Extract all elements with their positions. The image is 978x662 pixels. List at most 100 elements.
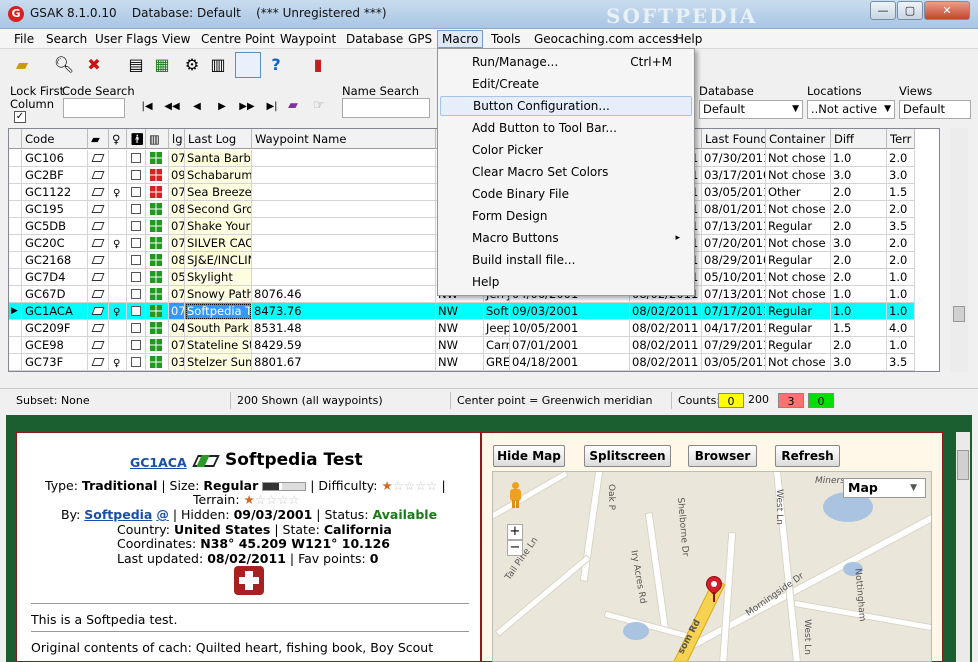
code-search-input[interactable] (63, 98, 125, 118)
macro-menu-item-code-binary-file[interactable]: Code Binary File (440, 184, 692, 204)
lock-first-checkbox[interactable]: ✓ (14, 111, 26, 123)
column-header-flag[interactable]: 🚹︎ (127, 129, 146, 149)
menu-database[interactable]: Database (342, 30, 407, 48)
column-header-code[interactable]: Code (22, 129, 88, 149)
macro-menu-item-macro-buttons[interactable]: Macro Buttons ▸ (440, 228, 692, 248)
owner-mail-link[interactable]: @ (156, 507, 169, 522)
macro-menu-item-run-manage[interactable]: Run/Manage... Ctrl+M (440, 52, 692, 72)
filter-icon[interactable]: ▥ (206, 53, 230, 77)
pointer-hand-icon[interactable]: ☞ (313, 98, 325, 113)
menu-gps[interactable]: GPS (404, 30, 436, 48)
user-flag-checkbox[interactable] (131, 255, 141, 265)
open-folder-icon[interactable]: ▰ (10, 53, 34, 77)
hide-map-button[interactable]: Hide Map (493, 445, 565, 467)
column-header-diff[interactable]: Diff (831, 129, 887, 149)
menu-geocaching-access[interactable]: Geocaching.com access (530, 30, 682, 48)
nav-next-button[interactable]: ▶ (211, 99, 233, 115)
views-select[interactable]: Default (899, 100, 971, 119)
locations-select[interactable]: ..Not active ▼ (807, 100, 895, 119)
macro-menu-item-color-picker[interactable]: Color Picker (440, 140, 692, 160)
help-icon[interactable]: ? (264, 53, 288, 77)
menu-tools[interactable]: Tools (487, 30, 525, 48)
first-aid-icon[interactable] (234, 566, 264, 595)
owner-link[interactable]: Softpedia (84, 507, 152, 522)
user-flag-checkbox[interactable] (131, 289, 141, 299)
column-header-last-log[interactable]: lg (169, 129, 185, 149)
user-flag-checkbox[interactable] (131, 170, 141, 180)
eraser-icon[interactable]: ▰ (288, 98, 298, 113)
menu-search[interactable]: Search (42, 30, 91, 48)
column-header-last-found[interactable]: Last Found (702, 129, 766, 149)
macro-menu-item-button-configuration[interactable]: Button Configuration... (440, 96, 692, 116)
minimize-button[interactable]: — (870, 1, 896, 20)
map-view[interactable]: Oak P Tail Pine Ln Iry Acres Rd Shelborn… (492, 471, 932, 662)
macro-menu-item-build-install-file[interactable]: Build install file... (440, 250, 692, 270)
menu-user-flags[interactable]: User Flags (91, 30, 162, 48)
print-icon[interactable]: ▤ (124, 53, 148, 77)
cache-code-link[interactable]: GC1ACA (130, 455, 187, 470)
cache-description-pane[interactable]: GC1ACA Softpedia Test Type: Traditional … (16, 432, 481, 662)
zoom-in-button[interactable]: + (507, 524, 523, 540)
menu-file[interactable]: File (10, 30, 38, 48)
column-header-waypoint-name[interactable]: Last Log (185, 129, 252, 149)
column-header-row-pointer[interactable] (9, 129, 22, 149)
refresh-button[interactable]: Refresh (775, 445, 840, 467)
column-header-distance[interactable]: Waypoint Name (252, 129, 436, 149)
gsak-app-icon[interactable]: G (8, 6, 24, 22)
delete-icon[interactable]: ✖ (82, 53, 106, 77)
user-flag-checkbox[interactable] (131, 153, 141, 163)
grid-colors-icon[interactable]: ▦ (150, 53, 174, 77)
detail-scrollbar[interactable] (956, 432, 970, 662)
splitscreen-button[interactable]: Splitscreen (584, 445, 671, 467)
maximize-button[interactable]: ▢ (897, 1, 923, 20)
street-view-pegman-icon[interactable] (508, 482, 522, 508)
user-flag-checkbox[interactable] (131, 204, 141, 214)
name-search-input[interactable] (342, 98, 430, 118)
user-flag-checkbox[interactable] (131, 187, 141, 197)
user-flag-checkbox[interactable] (131, 238, 141, 248)
menu-help[interactable]: Help (671, 30, 706, 48)
column-header-terr[interactable]: Terr (887, 129, 915, 149)
nav-prev-button[interactable]: ◀ (186, 99, 208, 115)
settings-icon[interactable]: ⚙ (180, 53, 204, 77)
zoom-out-button[interactable]: − (507, 540, 523, 556)
map-type-select[interactable]: Map ▼ (843, 478, 926, 498)
column-header-lg[interactable]: ▥ (146, 129, 169, 149)
user-flag-checkbox[interactable] (131, 306, 141, 316)
scroll-thumb[interactable] (957, 450, 969, 480)
column-header-found-by[interactable]: ♀ (109, 129, 127, 149)
cache-location-marker-icon[interactable] (702, 572, 726, 602)
table-row[interactable]: GC209F04/17/2011South Park Cyn/Lake Over… (9, 320, 939, 337)
table-row[interactable]: GCE9807/29/2011Stateline Stash8429.59NWC… (9, 337, 939, 354)
browser-button[interactable]: Browser (688, 445, 757, 467)
macro-menu-item-form-design[interactable]: Form Design (440, 206, 692, 226)
macro-menu-item-clear-macro-set-colors[interactable]: Clear Macro Set Colors (440, 162, 692, 182)
split-view-icon[interactable] (235, 52, 261, 78)
macro-menu-item-edit-create[interactable]: Edit/Create (440, 74, 692, 94)
user-flag-checkbox[interactable] (131, 323, 141, 333)
table-row[interactable]: ▶GC1ACA♀07/17/2011Softpedia Test8473.76N… (9, 303, 939, 320)
user-flag-checkbox[interactable] (131, 221, 141, 231)
menu-centre-point[interactable]: Centre Point (197, 30, 279, 48)
exit-door-icon[interactable]: ▮ (306, 53, 330, 77)
scroll-thumb[interactable] (953, 306, 965, 322)
user-flag-checkbox[interactable] (131, 357, 141, 367)
column-header-container[interactable]: Container (766, 129, 831, 149)
grid-scrollbar[interactable] (950, 128, 968, 372)
table-row[interactable]: GC73F♀03/05/2011Stelzer Summit8801.67NWG… (9, 354, 939, 371)
search-page-icon[interactable]: 🔍︎ (52, 53, 76, 77)
macro-menu-item-help[interactable]: Help (440, 272, 692, 292)
menu-macro[interactable]: Macro (437, 30, 484, 48)
database-select[interactable]: Default ▼ (699, 100, 803, 119)
column-header-cache-type[interactable]: ▰ (88, 129, 109, 149)
close-button[interactable]: ✕ (924, 1, 970, 20)
nav-first-button[interactable]: |◀ (136, 99, 158, 115)
user-flag-checkbox[interactable] (131, 272, 141, 282)
nav-prev-page-button[interactable]: ◀◀ (161, 99, 183, 115)
menu-view[interactable]: View (158, 30, 194, 48)
nav-next-page-button[interactable]: ▶▶ (236, 99, 258, 115)
user-flag-checkbox[interactable] (131, 340, 141, 350)
macro-menu-item-add-button-to-tool-bar[interactable]: Add Button to Tool Bar... (440, 118, 692, 138)
menu-waypoint[interactable]: Waypoint (276, 30, 340, 48)
nav-last-button[interactable]: ▶| (261, 99, 283, 115)
